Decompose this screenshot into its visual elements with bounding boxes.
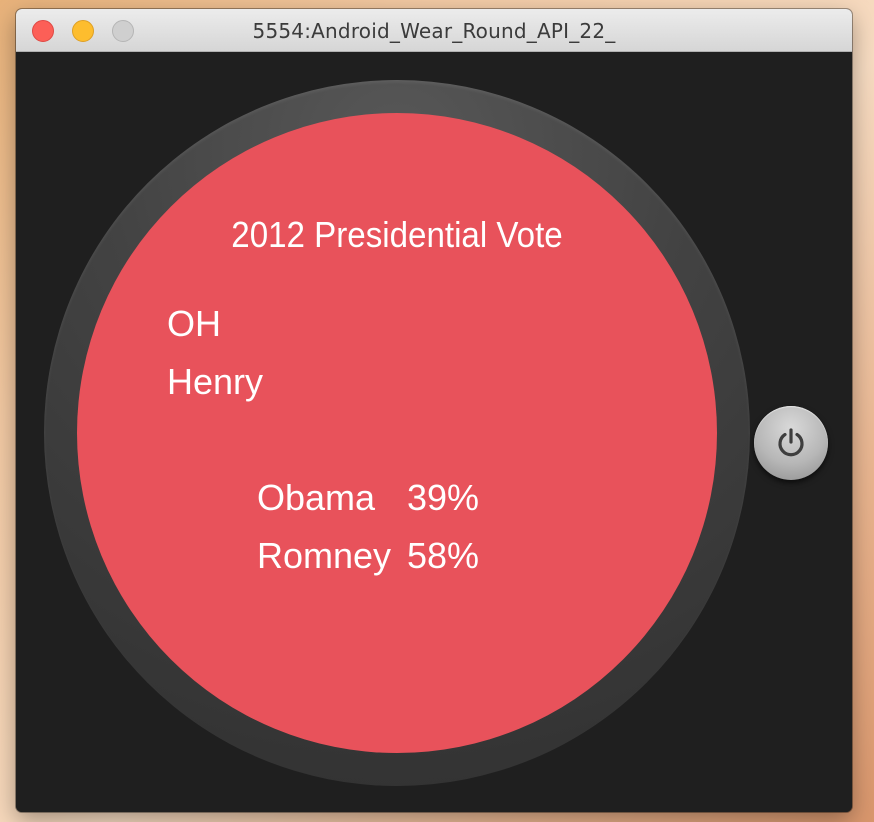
state-label: OH: [167, 303, 221, 344]
candidate-name: Romney: [257, 535, 392, 576]
watch-bezel: 2012 Presidential Vote OH Henry Obama 39…: [44, 80, 750, 786]
candidate-percent: 39%: [407, 477, 480, 518]
county-label: Henry: [167, 361, 264, 402]
title-bar[interactable]: 5554:Android_Wear_Round_API_22_: [16, 9, 852, 52]
candidate-name: Obama: [257, 477, 376, 518]
power-icon: [778, 428, 804, 457]
candidate-percent: 58%: [407, 535, 480, 576]
emulator-content: 2012 Presidential Vote OH Henry Obama 39…: [16, 52, 852, 812]
power-button[interactable]: [754, 406, 828, 480]
watch-screen[interactable]: 2012 Presidential Vote OH Henry Obama 39…: [77, 113, 717, 753]
window-title: 5554:Android_Wear_Round_API_22_: [252, 19, 616, 43]
vote-heading: 2012 Presidential Vote: [231, 214, 563, 255]
emulator-window: 5554:Android_Wear_Round_API_22_ 2012 Pre…: [16, 9, 852, 812]
